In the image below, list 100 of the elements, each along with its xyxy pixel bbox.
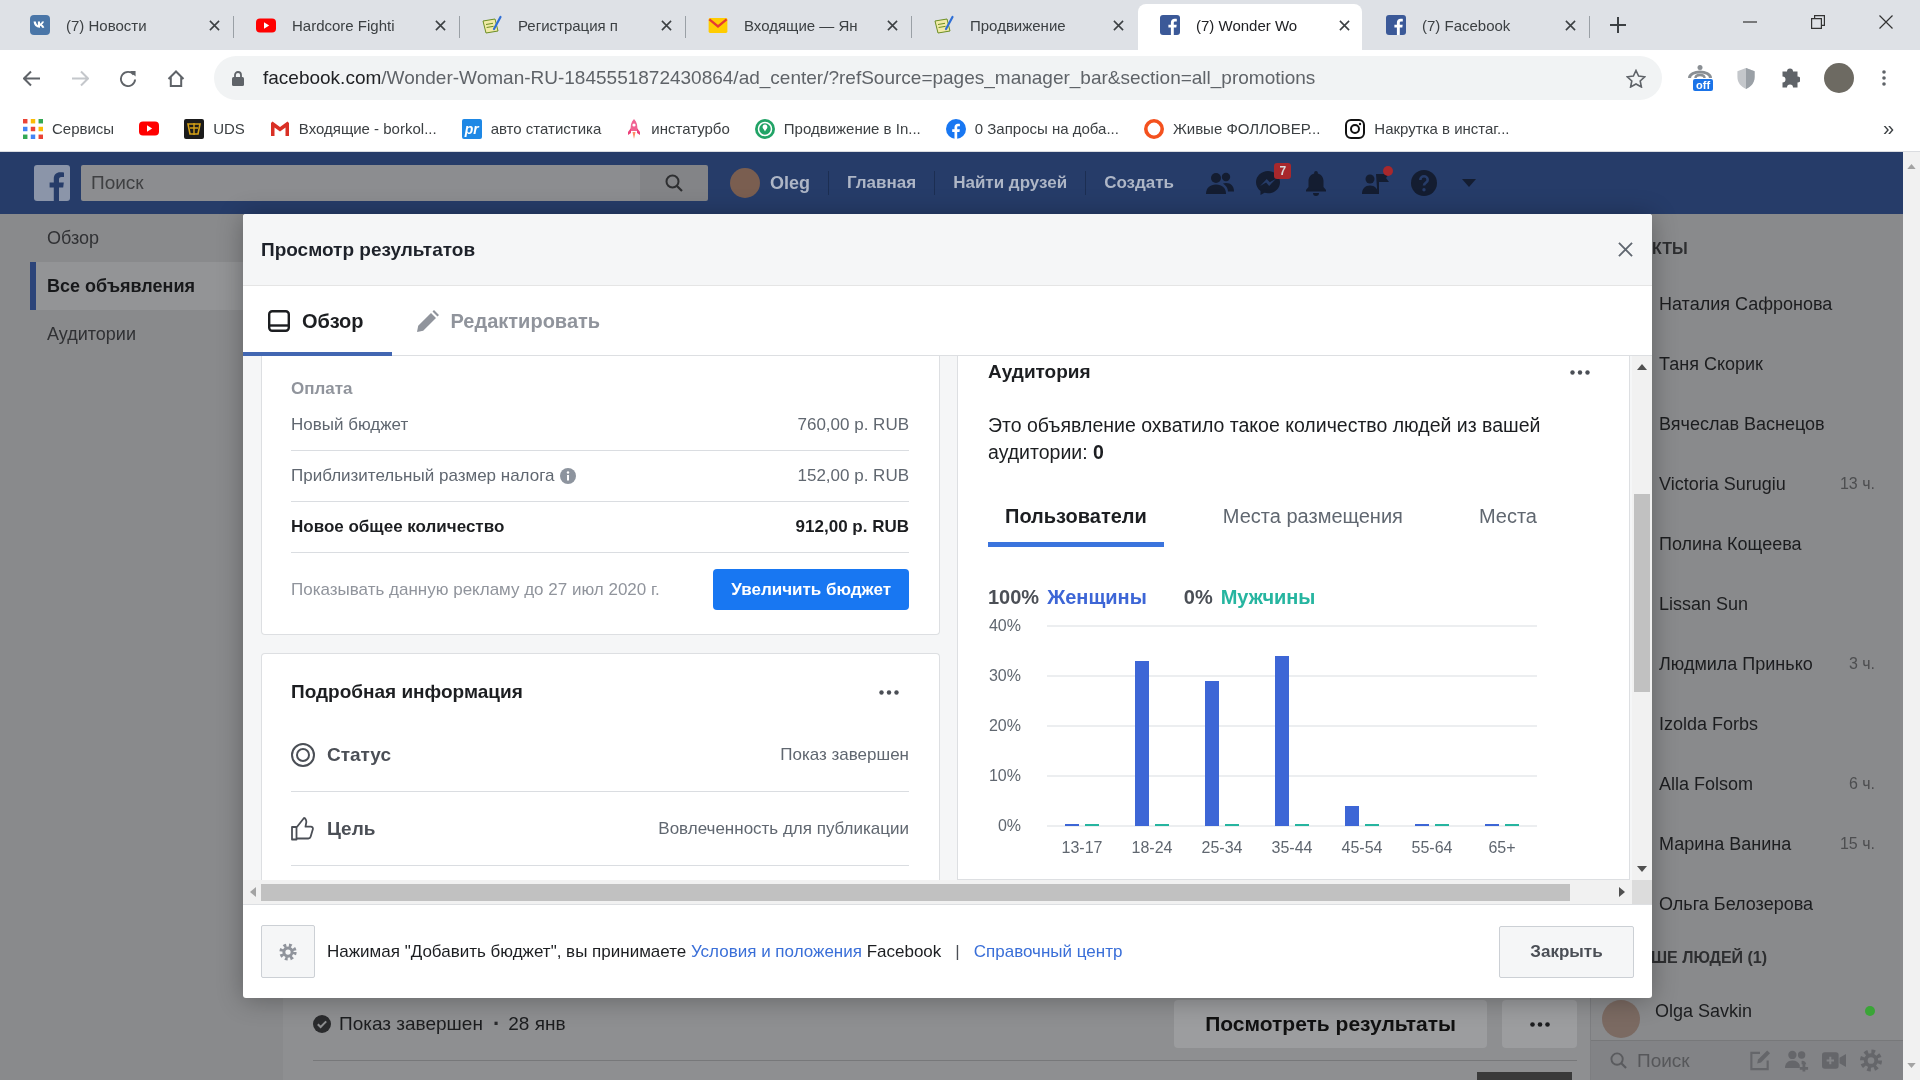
view-results-button[interactable]: Посмотреть результаты bbox=[1174, 1000, 1487, 1048]
contact-item[interactable]: Ольга Белозерова bbox=[1652, 874, 1903, 934]
browser-tab[interactable]: (7) Новости bbox=[8, 4, 232, 50]
shield-icon[interactable] bbox=[1736, 67, 1756, 89]
scrollbar[interactable] bbox=[243, 880, 1632, 904]
nav-link[interactable]: Найти друзей bbox=[935, 173, 1086, 193]
contact-item[interactable]: Alla Folsom 6 ч. bbox=[1652, 754, 1903, 814]
plus-icon[interactable] bbox=[1610, 17, 1626, 33]
audience-tab[interactable]: Места размещения bbox=[1205, 496, 1420, 547]
restore-icon[interactable] bbox=[1811, 15, 1825, 29]
antenna-icon[interactable] bbox=[1688, 65, 1712, 78]
bookmark[interactable]: UDS bbox=[184, 118, 245, 139]
close-icon[interactable] bbox=[887, 19, 898, 31]
terms-link[interactable]: Условия и положения bbox=[690, 941, 862, 961]
bookmark[interactable] bbox=[139, 121, 160, 136]
contact-item[interactable]: Таня Скорик bbox=[1652, 334, 1903, 394]
close-icon[interactable] bbox=[1879, 15, 1893, 29]
browser-tab[interactable]: (7) Wonder Wo bbox=[1138, 4, 1362, 50]
back-arrow-icon[interactable] bbox=[23, 69, 41, 87]
bookmark[interactable]: 0 Запросы на доба... bbox=[945, 118, 1119, 139]
close-icon[interactable] bbox=[661, 19, 672, 31]
settings-button[interactable] bbox=[261, 925, 315, 978]
close-icon[interactable] bbox=[1618, 242, 1633, 257]
browser-tab[interactable]: Входящие — Ян bbox=[686, 4, 910, 50]
close-icon[interactable] bbox=[1339, 19, 1350, 31]
y-axis-label: 40% bbox=[989, 617, 1021, 634]
x-axis-label: 45-54 bbox=[1341, 839, 1383, 856]
star-icon[interactable] bbox=[1626, 68, 1646, 88]
dialog-tab[interactable]: Редактировать bbox=[391, 286, 629, 356]
audience-tab[interactable]: Места bbox=[1461, 496, 1554, 547]
legend-label: Мужчины bbox=[1220, 585, 1316, 609]
apps-grid-icon bbox=[23, 118, 43, 139]
more-icon bbox=[1529, 1021, 1550, 1027]
f-logo-icon[interactable] bbox=[34, 165, 70, 201]
row-label: Статус bbox=[327, 743, 392, 766]
browser-tab[interactable]: Hardcore Fighti bbox=[234, 4, 458, 50]
nav-link[interactable]: Создать bbox=[1086, 173, 1193, 193]
avatar[interactable] bbox=[1824, 63, 1854, 93]
info-icon[interactable] bbox=[560, 468, 577, 484]
increase-budget-button[interactable]: Увеличить бюджет bbox=[713, 569, 909, 610]
status-text: Показ завершен bbox=[339, 1013, 483, 1035]
sidebar-item[interactable]: Все объявления bbox=[30, 262, 243, 310]
avatar bbox=[730, 168, 760, 198]
scrollbar[interactable] bbox=[1632, 356, 1652, 880]
bookmark[interactable]: Накрутка в инстаг... bbox=[1345, 118, 1510, 139]
nav-link[interactable]: Главная bbox=[829, 173, 935, 193]
contact-item[interactable]: Людмила Принько 3 ч. bbox=[1652, 634, 1903, 694]
browser-tab[interactable]: (7) Facebook bbox=[1364, 4, 1588, 50]
contact-item[interactable]: Марина Ванина 15 ч. bbox=[1652, 814, 1903, 874]
row-label: Новый бюджет bbox=[291, 415, 409, 435]
scroll-right-icon[interactable] bbox=[1619, 887, 1625, 897]
bookmark[interactable]: pr авто статистика bbox=[461, 118, 602, 139]
close-icon[interactable] bbox=[435, 19, 446, 31]
contact-item[interactable]: Полина Кощеева bbox=[1652, 514, 1903, 574]
more-icon[interactable] bbox=[1570, 369, 1590, 375]
bookmark[interactable]: Живые ФОЛЛОВЕР... bbox=[1143, 118, 1321, 139]
close-button[interactable]: Закрыть bbox=[1499, 925, 1634, 978]
contact-item[interactable]: Lissan Sun bbox=[1652, 574, 1903, 634]
row-value: 760,00 р. RUB bbox=[797, 415, 909, 435]
profile-link[interactable]: Oleg bbox=[730, 168, 828, 198]
rocket-icon bbox=[626, 118, 643, 139]
puzzle-icon[interactable] bbox=[1780, 67, 1800, 89]
scroll-left-icon[interactable] bbox=[250, 887, 256, 897]
bookmark[interactable]: Продвижение в In... bbox=[754, 118, 921, 139]
contact-item[interactable]: Наталия Сафронова bbox=[1652, 274, 1903, 334]
browser-tab[interactable]: Регистрация п bbox=[460, 4, 684, 50]
tablet-icon bbox=[268, 310, 290, 332]
more-icon[interactable] bbox=[879, 689, 899, 695]
scroll-up-icon[interactable] bbox=[1637, 364, 1647, 370]
x-axis-label: 13-17 bbox=[1061, 839, 1103, 856]
scrollbar-thumb[interactable] bbox=[1634, 494, 1650, 692]
audience-tab[interactable]: Пользователи bbox=[988, 496, 1164, 547]
scrollbar-thumb[interactable] bbox=[261, 883, 1570, 901]
note-text: Показывать данную рекламу до 27 июл 2020 г. bbox=[291, 579, 660, 600]
close-icon[interactable] bbox=[1565, 19, 1576, 31]
bookmark[interactable]: Входящие - borkol... bbox=[269, 120, 437, 137]
browser-tab[interactable]: Продвижение bbox=[912, 4, 1136, 50]
help-center-link[interactable]: Справочный центр bbox=[973, 941, 1123, 962]
contact-item[interactable]: Вячеслав Васнецов bbox=[1652, 394, 1903, 454]
row-label: Цель bbox=[327, 817, 376, 840]
contact-item[interactable]: Olga Savkin bbox=[1591, 982, 1903, 1040]
reload-icon[interactable] bbox=[119, 69, 137, 87]
close-icon[interactable] bbox=[209, 19, 220, 31]
bookmark[interactable]: Сервисы bbox=[23, 118, 115, 139]
contact-item[interactable]: Victoria Surugiu 13 ч. bbox=[1652, 454, 1903, 514]
sidebar-item[interactable]: Аудитории bbox=[30, 310, 243, 358]
sidebar-item[interactable]: Обзор bbox=[30, 214, 243, 262]
y-axis-label: 30% bbox=[989, 667, 1021, 684]
search-field[interactable]: Поиск bbox=[81, 165, 640, 201]
search-button[interactable] bbox=[640, 165, 708, 201]
menu-icon[interactable] bbox=[1882, 70, 1886, 86]
more-bookmarks-button[interactable]: » bbox=[1882, 117, 1894, 140]
home-icon[interactable] bbox=[167, 69, 185, 87]
close-icon[interactable] bbox=[1113, 19, 1124, 31]
bookmark[interactable]: инстатурбо bbox=[626, 118, 730, 139]
envelope-icon bbox=[708, 17, 728, 33]
x-axis-label: 25-34 bbox=[1201, 839, 1243, 856]
contact-item[interactable]: Izolda Forbs bbox=[1652, 694, 1903, 754]
address-bar[interactable]: facebook.com/Wonder-Woman-RU-1845551872430864/ad_center/?refSource=pages_manager_bar&section=all_promotions bbox=[214, 56, 1662, 100]
scroll-down-icon[interactable] bbox=[1637, 866, 1647, 872]
